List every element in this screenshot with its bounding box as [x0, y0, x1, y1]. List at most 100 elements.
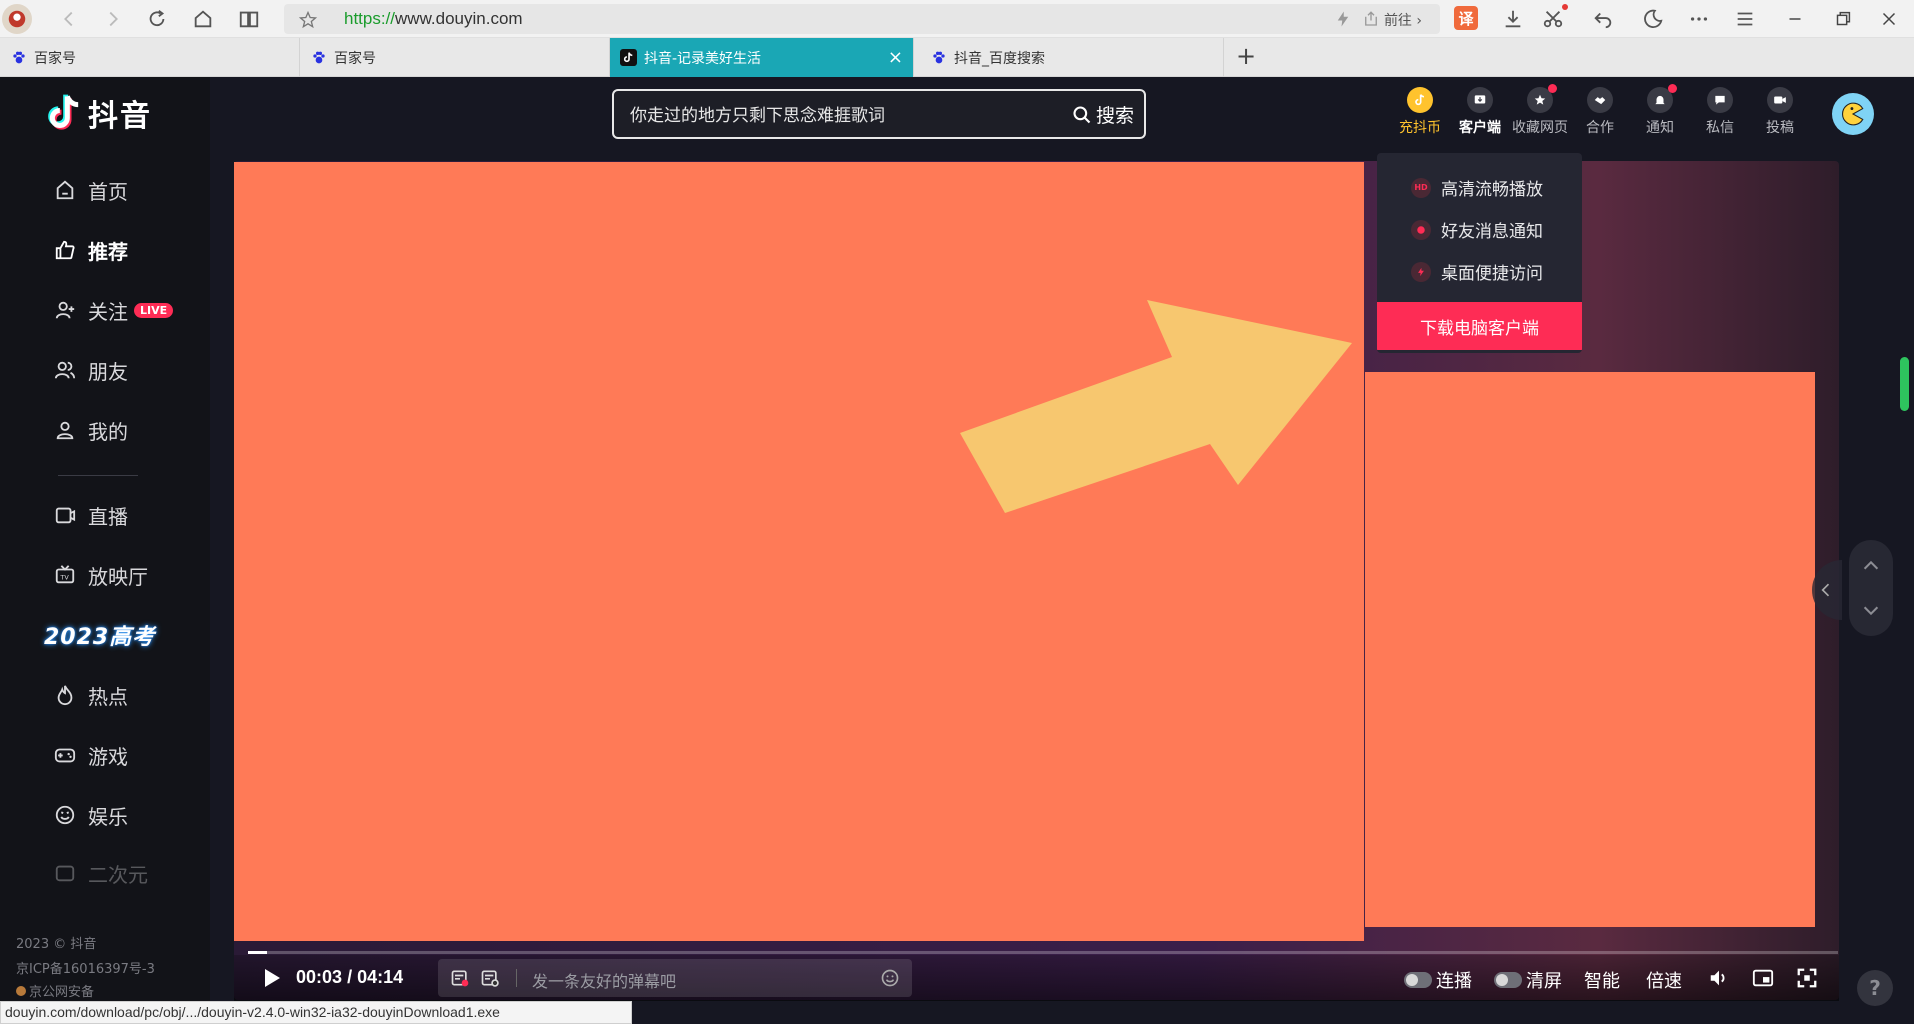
restore-icon[interactable] — [1830, 6, 1856, 32]
star-bookmark-icon[interactable] — [298, 10, 318, 34]
recharge-coins-button[interactable]: 充抖币 — [1392, 87, 1448, 137]
download-client-button[interactable]: 下载电脑客户端 — [1377, 302, 1582, 350]
notifications-button[interactable]: 通知 — [1632, 84, 1688, 137]
sidebar-item-label: 热点 — [88, 684, 128, 709]
back-icon[interactable] — [56, 6, 82, 32]
tab-title: 抖音_百度搜索 — [954, 50, 1045, 67]
lightning-icon[interactable] — [1334, 10, 1352, 32]
client-download-button[interactable]: 客户端 — [1452, 87, 1508, 137]
person-icon — [52, 417, 78, 443]
quality-button[interactable]: 智能 — [1584, 967, 1620, 993]
gaokao-2023-promo[interactable]: 2023高考 — [44, 619, 155, 651]
sidebar-item-games[interactable]: 游戏 — [52, 735, 128, 775]
danmu-settings-icon[interactable] — [480, 968, 500, 988]
time-display: 00:03 / 04:14 — [296, 967, 404, 987]
search-box[interactable]: 你走过的地方只剩下思念难捱歌词 搜索 — [612, 89, 1146, 139]
smile-icon — [52, 802, 78, 828]
police-record-link[interactable]: 京公网安备 — [16, 981, 94, 1000]
sidebar-item-entertainment[interactable]: 娱乐 — [52, 795, 128, 835]
client-dropdown: HD 高清流畅播放 好友消息通知 桌面便捷访问 下载电脑客户端 — [1377, 153, 1582, 353]
more-icon[interactable] — [1686, 6, 1712, 32]
douyin-page: 抖音 首页 推荐 关注 LIVE 朋友 我的 直播 TV 放映厅 2023高考 … — [0, 77, 1914, 1024]
forward-icon[interactable] — [100, 6, 126, 32]
undo-icon[interactable] — [1590, 6, 1616, 32]
tab-douyin[interactable]: 抖音-记录美好生活 × — [610, 38, 914, 77]
reader-icon[interactable] — [236, 6, 262, 32]
prev-video-icon[interactable] — [1859, 554, 1883, 578]
sidebar-item-home[interactable]: 首页 — [52, 170, 128, 210]
star-icon — [1527, 84, 1557, 113]
sidebar-item-label: 放映厅 — [88, 564, 148, 589]
sidebar-item-theater[interactable]: TV 放映厅 — [52, 555, 148, 595]
cooperation-button[interactable]: 合作 — [1572, 87, 1628, 137]
video-pager — [1849, 540, 1893, 636]
hd-icon: HD — [1411, 177, 1431, 198]
clear-screen-toggle[interactable]: 清屏 — [1494, 967, 1562, 993]
sidebar-item-label: 我的 — [88, 419, 128, 444]
user-avatar[interactable] — [1832, 93, 1874, 135]
translate-icon[interactable]: 译 — [1454, 6, 1478, 30]
sidebar-item-recommend[interactable]: 推荐 — [52, 230, 128, 270]
emoji-icon[interactable] — [880, 968, 900, 988]
tv-icon: TV — [52, 562, 78, 588]
page-scrollbar[interactable] — [1900, 357, 1909, 411]
icp-license-link[interactable]: 京ICP备16016397号-3 — [16, 958, 155, 977]
fullscreen-icon[interactable] — [1796, 967, 1818, 989]
user-plus-icon — [52, 297, 78, 323]
download-icon[interactable] — [1500, 6, 1526, 32]
volume-icon[interactable] — [1708, 967, 1730, 989]
sidebar-item-anime[interactable]: 二次元 — [52, 853, 148, 893]
sidebar-item-friends[interactable]: 朋友 — [52, 350, 128, 390]
autoplay-toggle[interactable]: 连播 — [1404, 967, 1472, 993]
sidebar-item-label: 直播 — [88, 504, 128, 529]
picture-in-picture-icon[interactable] — [1752, 967, 1774, 989]
search-button[interactable]: 搜索 — [1072, 101, 1134, 128]
close-tab-icon[interactable]: × — [888, 47, 903, 68]
danmu-input[interactable]: 发一条友好的弹幕吧 — [532, 968, 676, 992]
dropdown-item-notify: 好友消息通知 — [1411, 217, 1543, 242]
address-bar[interactable]: https://www.douyin.com 前往 › — [284, 4, 1440, 34]
redacted-side-area — [1365, 372, 1815, 927]
bell-icon — [1647, 84, 1677, 113]
live-badge: LIVE — [134, 302, 174, 318]
browser-toolbar: https://www.douyin.com 前往 › 译 — [0, 0, 1914, 38]
sidebar-item-mine[interactable]: 我的 — [52, 410, 128, 450]
home-icon[interactable] — [190, 6, 216, 32]
go-button[interactable]: 前往 › — [1384, 10, 1422, 30]
bookmark-page-button[interactable]: 收藏网页 — [1512, 84, 1568, 137]
close-window-icon[interactable] — [1876, 6, 1902, 32]
tab-baidu-search[interactable]: 抖音_百度搜索 — [920, 38, 1224, 77]
progress-bar[interactable] — [248, 951, 1838, 954]
baidu-paw-icon — [310, 49, 327, 66]
play-icon[interactable] — [262, 967, 282, 993]
douyin-logo[interactable]: 抖音 — [44, 91, 152, 135]
search-input[interactable]: 你走过的地方只剩下思念难捱歌词 — [630, 101, 885, 126]
refresh-icon[interactable] — [144, 6, 170, 32]
tab-baijiahao-1[interactable]: 百家号 — [0, 38, 300, 77]
lightning-icon — [1411, 261, 1431, 282]
tab-baijiahao-2[interactable]: 百家号 — [300, 38, 610, 77]
share-icon[interactable] — [1362, 10, 1380, 32]
chevron-left-icon — [1821, 583, 1830, 597]
menu-icon[interactable] — [1732, 6, 1758, 32]
thumbs-up-icon — [52, 237, 78, 263]
next-video-icon[interactable] — [1859, 598, 1883, 622]
sidebar-item-hot[interactable]: 热点 — [52, 675, 128, 715]
new-tab-button[interactable]: + — [1236, 42, 1256, 70]
messages-button[interactable]: 私信 — [1692, 87, 1748, 137]
night-mode-icon[interactable] — [1640, 6, 1666, 32]
sidebar-item-follow[interactable]: 关注 LIVE — [52, 290, 174, 330]
scissors-icon[interactable] — [1540, 4, 1568, 32]
message-icon — [1707, 87, 1733, 113]
help-button[interactable]: ? — [1857, 970, 1893, 1006]
upload-button[interactable]: 投稿 — [1752, 87, 1808, 137]
sidebar-item-label: 首页 — [88, 179, 128, 204]
sidebar-item-live[interactable]: 直播 — [52, 495, 128, 535]
danmu-toggle-icon[interactable] — [450, 968, 470, 988]
speed-button[interactable]: 倍速 — [1646, 967, 1682, 993]
minimize-icon[interactable] — [1782, 6, 1808, 32]
profile-avatar[interactable] — [2, 4, 32, 34]
tab-title: 百家号 — [34, 50, 76, 67]
sidebar-item-label: 娱乐 — [88, 804, 128, 829]
annotation-arrow-icon — [960, 300, 1352, 513]
